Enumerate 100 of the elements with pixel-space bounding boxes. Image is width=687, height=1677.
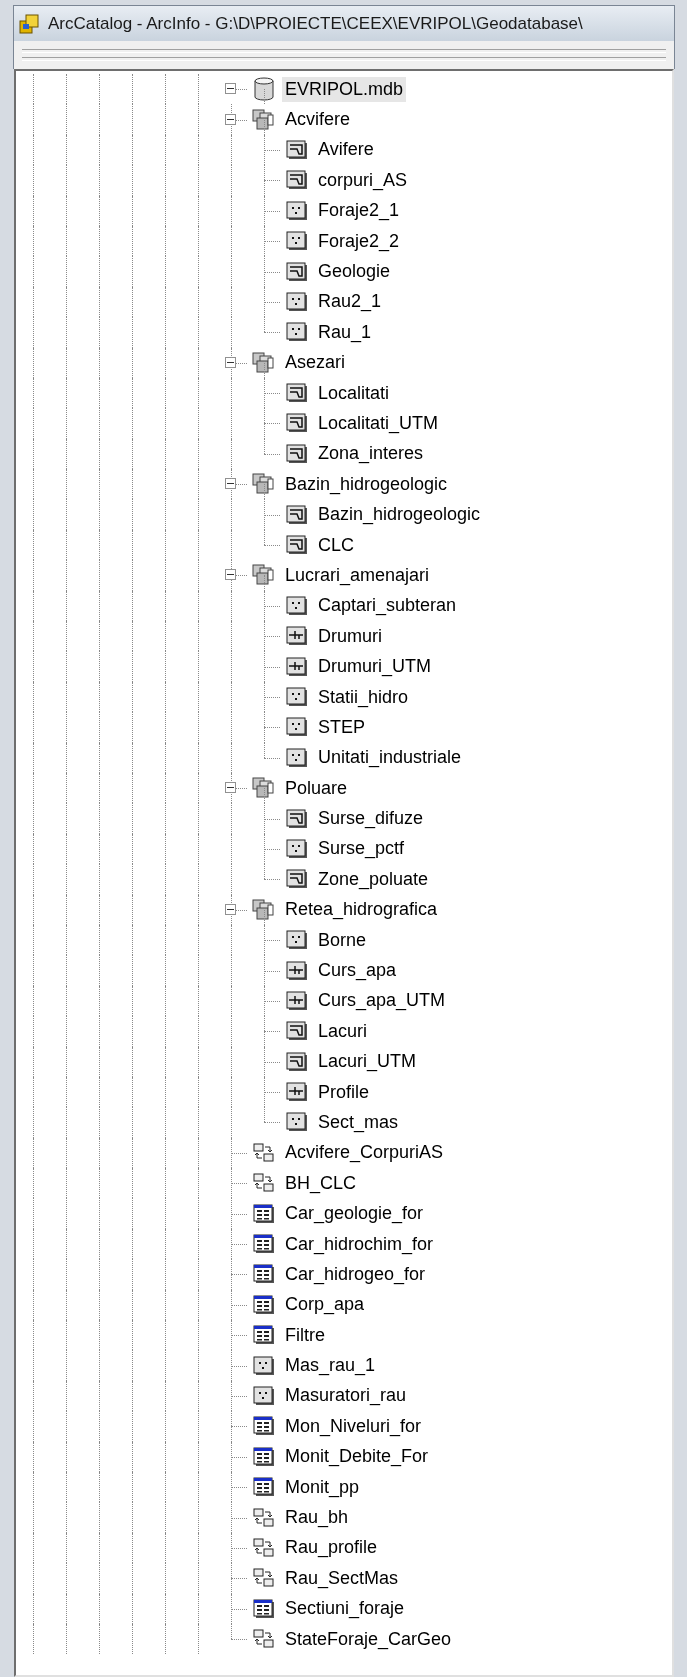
tree-item[interactable]: Mon_Niveluri_for [282,1413,425,1439]
tree-item[interactable]: BH_CLC [282,1170,360,1196]
tree-item[interactable]: Rau_1 [315,319,375,345]
relationship-icon [252,1537,275,1558]
tree-item[interactable]: Acvifere_CorpuriAS [282,1140,447,1166]
expander-toggle[interactable] [224,903,236,915]
point-layer-icon [285,747,308,768]
polygon-layer-icon [285,261,308,282]
tree-item[interactable]: Monit_pp [282,1474,363,1500]
relationship-icon [252,1142,275,1163]
app-icon [18,12,40,35]
tree-item[interactable]: Mas_rau_1 [282,1353,379,1379]
database-icon [253,77,274,102]
tree-item[interactable]: Geologie [315,259,394,285]
tree-item[interactable]: EVRIPOL.mdb [282,76,407,102]
point-layer-icon [285,595,308,616]
line-layer-icon [285,960,308,981]
tree-item[interactable]: Lacuri_UTM [315,1049,420,1075]
table-icon [252,1294,275,1315]
polygon-layer-icon [285,1051,308,1072]
tree-item[interactable]: Zona_interes [315,441,427,467]
dataset-icon [251,564,276,587]
line-layer-icon [285,990,308,1011]
tree-item[interactable]: Poluare [282,775,351,801]
tree-item[interactable]: Drumuri [315,623,385,649]
tree-item[interactable]: Avifere [315,137,377,163]
tree-item[interactable]: Bazin_hidrogeologic [282,471,451,497]
dataset-icon [251,108,276,131]
tree-item[interactable]: Bazin_hidrogeologic [315,502,484,528]
point-layer-icon [285,930,308,951]
tree-item[interactable]: Unitati_industriale [315,745,465,771]
polygon-layer-icon [285,808,308,829]
polygon-layer-icon [285,170,308,191]
tree-item[interactable]: CLC [315,532,357,558]
tree-item[interactable]: Surse_difuze [315,806,427,832]
table-icon [252,1325,275,1346]
tree-item[interactable]: Monit_Debite_For [282,1444,432,1470]
point-layer-icon [285,231,308,252]
point-layer-icon [285,717,308,738]
tree-item[interactable]: Car_hidrochim_for [282,1231,437,1257]
tree-item[interactable]: Foraje2_1 [315,198,403,224]
expander-toggle[interactable] [224,782,236,794]
tree-item[interactable]: Lacuri [315,1018,371,1044]
dataset-icon [251,473,276,496]
tree-item[interactable]: Corp_apa [282,1292,368,1318]
tree-item[interactable]: Localitati [315,380,393,406]
tree-item[interactable]: Rau_profile [282,1535,381,1561]
expander-toggle[interactable] [224,113,236,125]
relationship-icon [252,1629,275,1650]
tree-item[interactable]: STEP [315,714,368,740]
tree-item[interactable]: Masuratori_rau [282,1383,410,1409]
tree-item[interactable]: Sectiuni_foraje [282,1596,408,1622]
tree-item[interactable]: Captari_subteran [315,593,460,619]
tree-item[interactable]: Curs_apa_UTM [315,988,449,1014]
point-layer-icon [252,1355,275,1376]
tree-item[interactable]: Lucrari_amenajari [282,562,433,588]
tree-item[interactable]: corpuri_AS [315,167,411,193]
tree-item[interactable]: Borne [315,927,370,953]
tree-item[interactable]: Retea_hidrografica [282,897,441,923]
polygon-layer-icon [285,869,308,890]
dataset-icon [251,777,276,800]
tree-item[interactable]: StateForaje_CarGeo [282,1626,455,1652]
tree-item[interactable]: Foraje2_2 [315,228,403,254]
tree-item[interactable]: Rau_SectMas [282,1565,402,1591]
expander-toggle[interactable] [224,569,236,581]
tree-item[interactable]: Curs_apa [315,958,400,983]
relationship-icon [252,1568,275,1589]
table-icon [252,1264,275,1285]
tree-item[interactable]: Rau_bh [282,1505,352,1531]
polygon-layer-icon [285,383,308,404]
point-layer-icon [252,1386,275,1406]
point-layer-icon [285,687,308,707]
tree-item[interactable]: Zone_poluate [315,866,432,892]
tree-item[interactable]: Car_hidrogeo_for [282,1261,429,1287]
tree-item[interactable]: Drumuri_UTM [315,654,434,680]
tree-item[interactable]: Car_geologie_for [282,1201,427,1227]
polygon-layer-icon [285,1021,308,1042]
window-title: ArcCatalog - ArcInfo - G:\D\PROIECTE\CEEX\EVRIPOL\Geodatabase\ [48,13,583,34]
tree-item[interactable]: Sect_mas [315,1109,402,1135]
expander-toggle[interactable] [224,356,236,368]
line-layer-icon [285,1082,308,1103]
expander-toggle[interactable] [224,83,236,95]
tree-item[interactable]: Profile [315,1079,373,1105]
polygon-layer-icon [285,535,308,556]
line-layer-icon [285,626,308,647]
tree-item[interactable]: Rau2_1 [315,289,385,315]
dataset-icon [251,898,276,921]
table-icon [252,1203,275,1224]
tree-item[interactable]: Statii_hidro [315,684,412,710]
tree-item[interactable]: Acvifere [282,107,354,133]
expander-toggle[interactable] [224,478,236,490]
table-icon [252,1598,275,1619]
polygon-layer-icon [285,139,308,160]
table-icon [252,1416,275,1437]
table-icon [252,1446,275,1467]
tree-item[interactable]: Filtre [282,1322,328,1348]
tree-item[interactable]: Surse_pctf [315,836,408,862]
table-icon [252,1477,275,1498]
tree-item[interactable]: Asezari [282,350,349,376]
tree-item[interactable]: Localitati_UTM [315,411,442,436]
